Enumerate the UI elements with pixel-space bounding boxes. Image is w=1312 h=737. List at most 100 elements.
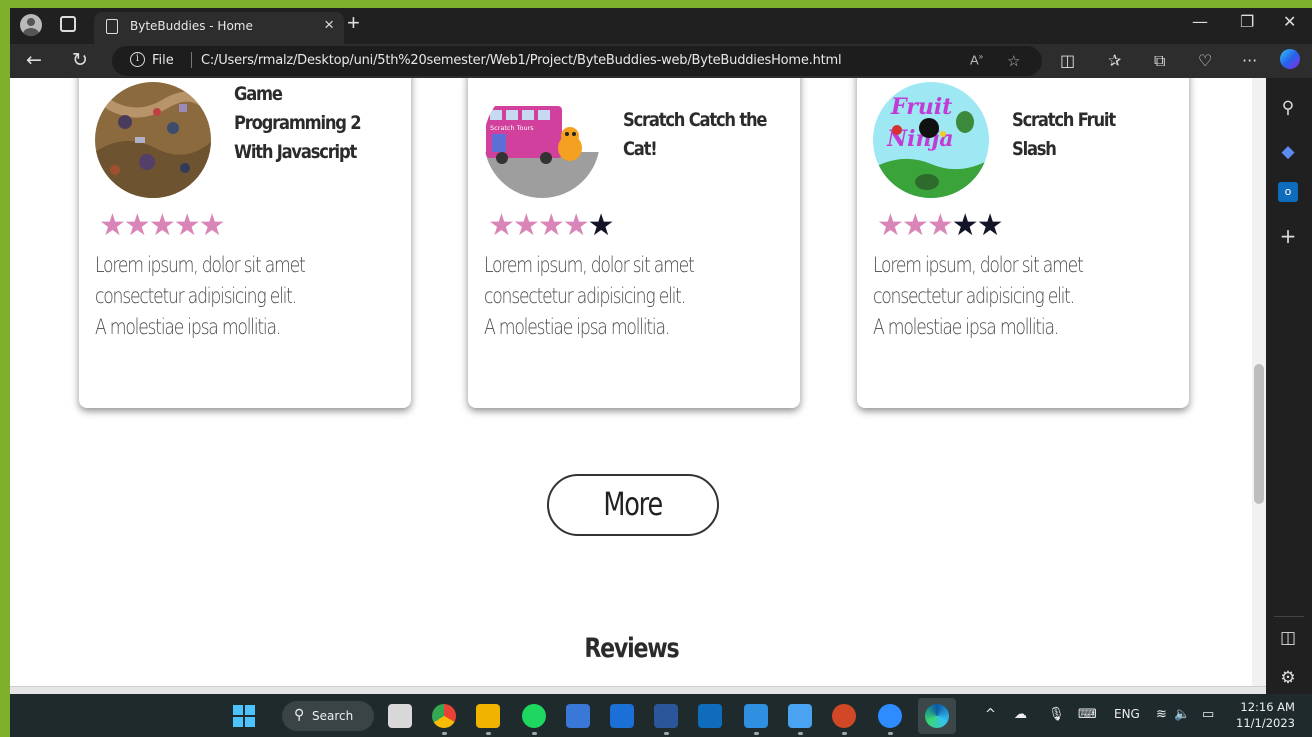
keyboard-icon[interactable]: ⌨ — [1078, 707, 1097, 722]
favorite-star-icon[interactable]: ☆ — [1007, 52, 1020, 70]
vscode-icon[interactable] — [744, 704, 768, 728]
wifi-icon[interactable]: ≋ — [1156, 707, 1167, 722]
horizontal-scrollbar[interactable] — [10, 686, 1266, 694]
collections-icon[interactable]: ⧉ — [1154, 51, 1165, 71]
star-empty-icon: ★ — [951, 208, 979, 243]
tasks-app-icon[interactable] — [566, 704, 590, 728]
tab-bar: ByteBuddies - Home × + — ❐ ✕ — [10, 8, 1312, 44]
clock-time: 12:16 AM — [1240, 700, 1295, 714]
close-window-button[interactable]: ✕ — [1283, 12, 1296, 31]
running-indicator — [842, 732, 847, 735]
edge-active-slot[interactable] — [918, 698, 956, 734]
clock-date: 11/1/2023 — [1236, 716, 1295, 730]
address-separator — [191, 52, 192, 68]
more-options-icon[interactable]: ··· — [1242, 51, 1257, 70]
running-indicator — [754, 732, 759, 735]
read-aloud-icon[interactable]: A» — [970, 52, 983, 67]
course-title[interactable]: Scratch Fruit Slash — [1012, 106, 1175, 164]
new-tab-button[interactable]: + — [347, 10, 360, 36]
tab-bytebuddies-home[interactable]: ByteBuddies - Home × — [94, 12, 344, 44]
system-clock[interactable]: 12:16 AM 11/1/2023 — [1236, 699, 1295, 731]
course-card[interactable]: Fruit Ninja Scratch Fruit Slash ★★★★★ Lo… — [857, 78, 1189, 408]
vertical-scrollbar[interactable] — [1252, 78, 1266, 686]
address-bar[interactable]: i File C:/Users/rmalz/Desktop/uni/5th%20… — [112, 46, 1042, 76]
settings-gear-icon[interactable]: ⚙ — [1278, 668, 1298, 688]
star-filled-icon: ★ — [512, 208, 540, 243]
back-arrow-icon[interactable]: ← — [26, 49, 42, 71]
windows-start-icon[interactable] — [232, 704, 256, 728]
course-thumbnail: Scratch Tours — [484, 82, 600, 198]
language-indicator[interactable]: ENG — [1114, 707, 1140, 721]
tab-close-icon[interactable]: × — [324, 15, 334, 35]
running-indicator — [888, 732, 893, 735]
course-thumbnail: Fruit Ninja — [873, 82, 989, 198]
running-indicator — [532, 732, 537, 735]
course-description: Lorem ipsum, dolor sit amet consectetur … — [484, 253, 695, 339]
course-card[interactable]: Scratch Tours Scratch Catch the Cat! ★★★… — [468, 78, 800, 408]
sidebar-panel-icon[interactable]: ◫ — [1278, 628, 1298, 648]
taskbar-search[interactable]: ⚲ Search — [282, 701, 374, 731]
info-icon[interactable]: i — [130, 52, 145, 67]
microphone-icon[interactable]: 🎙 — [1048, 707, 1065, 722]
tab-actions-icon[interactable] — [60, 16, 76, 32]
notepad-icon[interactable] — [788, 704, 812, 728]
refresh-icon[interactable]: ↻ — [72, 49, 88, 71]
star-rating: ★★★★★ — [877, 208, 1004, 243]
star-filled-icon: ★ — [537, 208, 565, 243]
star-filled-icon: ★ — [198, 208, 226, 243]
tray-overflow-icon[interactable]: ^ — [985, 707, 996, 722]
calendar-app-icon[interactable] — [610, 704, 634, 728]
word-icon[interactable] — [654, 704, 678, 728]
add-icon[interactable]: + — [1278, 224, 1298, 248]
file-explorer-icon[interactable] — [476, 704, 500, 728]
outlook-taskbar-icon[interactable] — [698, 704, 722, 728]
zoom-icon[interactable] — [878, 704, 902, 728]
edge-sidebar: ⚲ ◆ o + ◫ ⚙ — [1266, 78, 1312, 694]
task-view-icon[interactable] — [388, 704, 412, 728]
star-filled-icon: ★ — [173, 208, 201, 243]
tab-title: ByteBuddies - Home — [130, 19, 253, 33]
course-title[interactable]: Game Programming 2 With Javascript — [234, 80, 397, 167]
onedrive-icon[interactable]: ☁ — [1014, 707, 1027, 722]
course-card[interactable]: Game Programming 2 With Javascript ★★★★★… — [79, 78, 411, 408]
address-prefix: File — [152, 53, 174, 68]
search-label: Search — [312, 709, 354, 723]
split-screen-icon[interactable]: ◫ — [1060, 51, 1075, 70]
star-rating: ★★★★★ — [99, 208, 226, 243]
chrome-icon[interactable] — [432, 704, 456, 728]
powerpoint-icon[interactable] — [832, 704, 856, 728]
restore-button[interactable]: ❐ — [1240, 12, 1254, 31]
battery-icon[interactable]: ▭ — [1202, 707, 1214, 722]
scrollbar-thumb[interactable] — [1254, 364, 1264, 504]
more-button[interactable]: More — [547, 474, 719, 536]
spotify-icon[interactable] — [522, 704, 546, 728]
search-icon[interactable]: ⚲ — [1278, 98, 1298, 118]
star-filled-icon: ★ — [877, 208, 904, 243]
copilot-sidebar-icon[interactable]: ◆ — [1278, 142, 1298, 162]
running-indicator — [664, 732, 669, 735]
profile-avatar[interactable] — [20, 14, 42, 36]
browser-toolbar: ← ↻ i File C:/Users/rmalz/Desktop/uni/5t… — [10, 44, 1312, 78]
sidebar-separator — [1274, 616, 1304, 617]
running-indicator — [442, 732, 447, 735]
browser-window: ByteBuddies - Home × + — ❐ ✕ ← ↻ i File … — [10, 8, 1312, 694]
page-viewport: Game Programming 2 With Javascript ★★★★★… — [10, 78, 1252, 686]
minimize-button[interactable]: — — [1192, 12, 1208, 31]
thumb-text: Scratch Tours — [490, 124, 534, 132]
star-rating: ★★★★★ — [488, 208, 615, 243]
running-indicator — [486, 732, 491, 735]
star-filled-icon: ★ — [123, 208, 151, 243]
favorites-icon[interactable]: ✰ — [1108, 51, 1121, 70]
copilot-icon[interactable] — [1280, 49, 1300, 69]
thumb-text-1: Fruit — [890, 94, 952, 120]
course-description: Lorem ipsum, dolor sit amet consectetur … — [95, 253, 306, 339]
outlook-icon[interactable]: o — [1278, 182, 1298, 202]
star-filled-icon: ★ — [926, 208, 954, 243]
edge-icon — [925, 704, 949, 728]
url-text[interactable]: C:/Users/rmalz/Desktop/uni/5th%20semeste… — [201, 53, 842, 68]
search-icon: ⚲ — [294, 707, 305, 723]
course-title[interactable]: Scratch Catch the Cat! — [623, 106, 786, 164]
star-empty-icon: ★ — [587, 208, 615, 243]
volume-icon[interactable]: 🔈 — [1174, 707, 1190, 722]
performance-icon[interactable]: ♡ — [1198, 51, 1212, 70]
